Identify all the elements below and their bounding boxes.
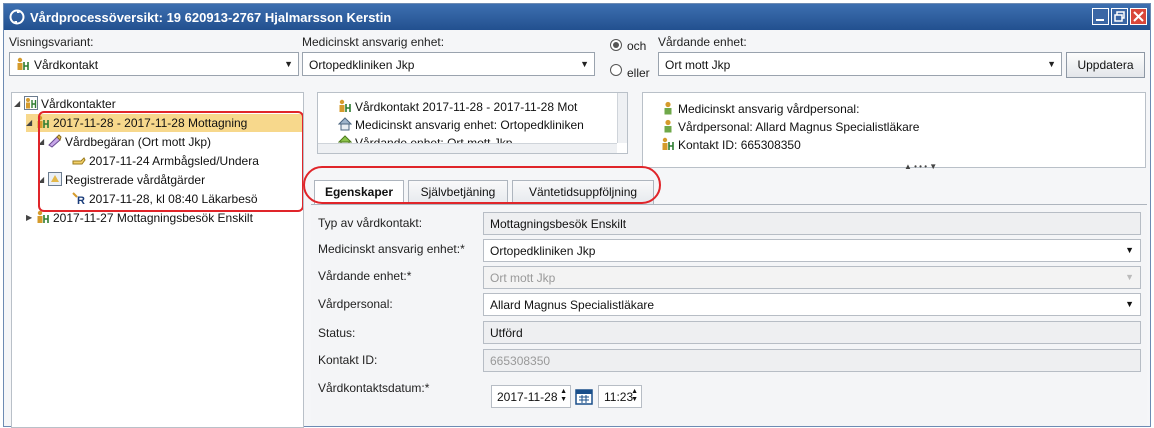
med-enhet-label: Medicinskt ansvarig enhet:* <box>318 242 465 256</box>
person-icon <box>664 101 672 115</box>
house-icon <box>338 117 352 131</box>
status-label: Status: <box>318 326 356 340</box>
summary-right-text: Medicinskt ansvarig vårdpersonal: <box>678 102 860 116</box>
calendar-icon[interactable] <box>575 387 593 405</box>
close-button[interactable] <box>1130 8 1147 25</box>
summary-right-line-3: Kontakt ID: 665308350 <box>661 137 801 152</box>
date-value: 2017-11-28 <box>497 390 558 404</box>
folder-contact-icon <box>24 96 38 110</box>
med-enhet-filter-label: Medicinskt ansvarig enhet: <box>302 35 445 49</box>
collapsed-icon: ▶ <box>26 213 33 222</box>
update-button[interactable]: Uppdatera <box>1066 52 1145 78</box>
summary-right-text: Kontakt ID: 665308350 <box>678 138 801 152</box>
annotation-highlight-box <box>38 111 303 212</box>
summary-left-text: Vårdkontakt 2017-11-28 - 2017-11-28 Mot <box>355 100 578 114</box>
properties-panel: Typ av vårdkontakt: Mottagningsbesök Ens… <box>311 204 1147 426</box>
chevron-down-icon: ▼ <box>1047 59 1056 69</box>
summary-right-line-2: Vårdpersonal: Allard Magnus Specialistlä… <box>661 119 919 134</box>
contact-tree: ◢ Vårdkontakter ◢ 2017-11-28 - 2017-11-28 … <box>11 92 304 428</box>
chevron-down-icon: ▼ <box>1125 245 1134 255</box>
chevron-down-icon: ▼ <box>1125 272 1134 282</box>
window-title: Vårdprocessöversikt: 19 620913-2767 Hjal… <box>30 10 392 25</box>
person-icon <box>664 119 672 133</box>
vardpersonal-value: Allard Magnus Specialistläkare <box>490 298 655 312</box>
expanded-icon: ◢ <box>14 99 21 108</box>
summary-left-vscroll[interactable] <box>617 93 627 143</box>
summary-left-hscroll[interactable] <box>318 143 617 153</box>
vardpersonal-select[interactable]: Allard Magnus Specialistläkare ▼ <box>483 293 1141 316</box>
visningsvariant-select[interactable]: Vårdkontakt ▼ <box>9 52 299 76</box>
summary-left-line-2: Medicinskt ansvarig enhet: Ortopedklinik… <box>338 117 584 132</box>
kontakt-id-value: 665308350 <box>490 354 551 368</box>
med-enhet-value: Ortopedkliniken Jkp <box>490 244 596 258</box>
med-enhet-select[interactable]: Ortopedkliniken Jkp ▼ <box>483 239 1141 262</box>
contact-icon <box>17 57 29 70</box>
expanded-icon: ◢ <box>26 118 33 127</box>
med-enhet-filter-value: Ortopedkliniken Jkp <box>309 58 415 72</box>
summary-right-text: Vårdpersonal: Allard Magnus Specialistlä… <box>678 120 920 134</box>
date-input[interactable]: 2017-11-28 ▲ ▼ <box>491 385 571 408</box>
summary-right-panel: Medicinskt ansvarig vårdpersonal: Vårdpe… <box>642 92 1146 168</box>
panel-resize-handle[interactable]: ▲ • • • ▼ <box>904 162 937 171</box>
typ-label: Typ av vårdkontakt: <box>318 216 423 230</box>
typ-field: Mottagningsbesök Enskilt <box>483 212 1141 235</box>
vardande-filter-label: Vårdande enhet: <box>658 35 747 49</box>
kontakt-id-field: 665308350 <box>483 349 1141 372</box>
summary-left-panel: Vårdkontakt 2017-11-28 - 2017-11-28 Mot … <box>317 92 628 154</box>
tree-root-label: Vårdkontakter <box>41 97 116 111</box>
chevron-down-icon: ▼ <box>284 59 293 69</box>
status-field: Utförd <box>483 321 1141 344</box>
minimize-icon <box>1096 19 1104 21</box>
time-value: 11:23 <box>604 390 634 404</box>
maximize-button[interactable] <box>1111 8 1128 25</box>
main-window: Vårdprocessöversikt: 19 620913-2767 Hjal… <box>3 3 1151 428</box>
chevron-down-icon: ▼ <box>1125 299 1134 309</box>
chevron-down-icon: ▼ <box>580 59 589 69</box>
radio-och-label: och <box>627 39 647 53</box>
radio-och[interactable] <box>610 39 622 51</box>
spinner-icon[interactable]: ▲ ▼ <box>631 388 638 404</box>
radio-eller-label: eller <box>627 66 650 80</box>
tree-item-label: 2017-11-27 Mottagningsbesök Enskilt <box>53 211 253 225</box>
contact-icon <box>37 210 49 223</box>
time-input[interactable]: 11:23 ▲ ▼ <box>598 385 642 408</box>
vardande-filter-select[interactable]: Ort mott Jkp ▼ <box>658 52 1062 76</box>
vardande-label: Vårdande enhet:* <box>318 269 412 283</box>
contact-icon <box>662 137 674 150</box>
med-enhet-filter-select[interactable]: Ortopedkliniken Jkp ▼ <box>302 52 595 76</box>
minimize-button[interactable] <box>1092 8 1109 25</box>
summary-left-text: Medicinskt ansvarig enhet: Ortopedklinik… <box>355 118 584 132</box>
title-bar: Vårdprocessöversikt: 19 620913-2767 Hjal… <box>4 4 1150 30</box>
kontakt-id-label: Kontakt ID: <box>318 353 378 367</box>
visningsvariant-value: Vårdkontakt <box>34 58 99 72</box>
visningsvariant-label: Visningsvariant: <box>9 35 94 49</box>
vardande-filter-value: Ort mott Jkp <box>665 58 731 72</box>
status-value: Utförd <box>490 326 523 340</box>
vardande-value: Ort mott Jkp <box>490 271 556 285</box>
close-icon <box>1133 11 1144 22</box>
spinner-icon[interactable]: ▲ ▼ <box>560 388 567 404</box>
contact-icon <box>339 99 351 112</box>
annotation-highlight-oval <box>303 166 661 204</box>
summary-left-line-1: Vårdkontakt 2017-11-28 - 2017-11-28 Mot <box>338 99 577 114</box>
restore-icon <box>1114 11 1125 22</box>
typ-value: Mottagningsbesök Enskilt <box>490 217 627 231</box>
datum-label: Vårdkontaktsdatum:* <box>318 381 430 395</box>
summary-right-line-1: Medicinskt ansvarig vårdpersonal: <box>661 101 859 116</box>
process-icon <box>9 9 25 25</box>
vardande-select: Ort mott Jkp ▼ <box>483 266 1141 289</box>
radio-eller[interactable] <box>610 64 622 76</box>
vardpersonal-label: Vårdpersonal: <box>318 297 393 311</box>
